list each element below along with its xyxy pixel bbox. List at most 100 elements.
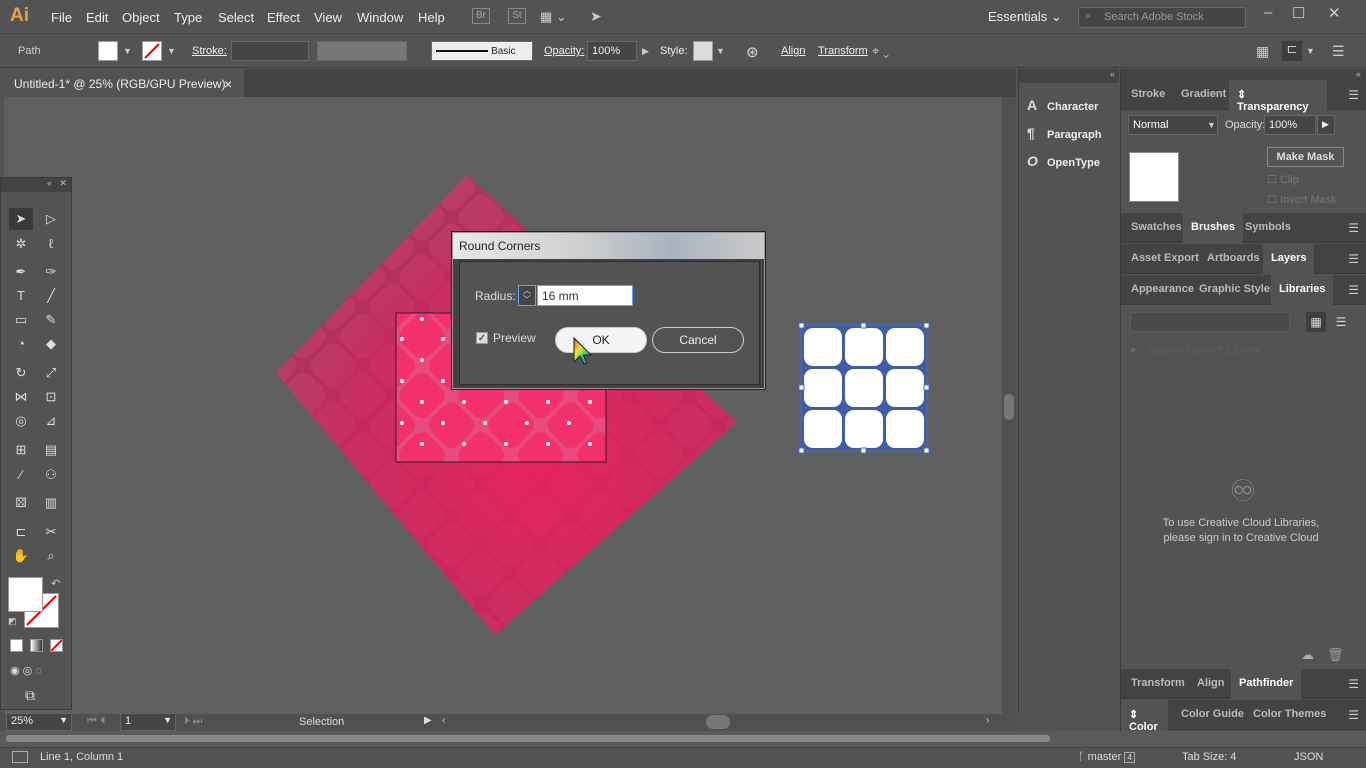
delete-icon[interactable]: 🗑 <box>1327 647 1344 663</box>
tab-align[interactable]: Align <box>1189 669 1233 699</box>
menu-select[interactable]: Select <box>218 10 254 25</box>
eyedropper-tool-icon[interactable]: ⁄ <box>9 464 33 486</box>
zoom-level-field[interactable]: 25% ▼ <box>6 713 72 731</box>
shape-builder-tool-icon[interactable]: ◎ <box>9 410 33 432</box>
blend-mode-dropdown[interactable]: ▼ <box>1207 120 1216 130</box>
draw-normal-icon[interactable]: ◉ ◎ ◌ <box>10 664 42 677</box>
artboard-canvas[interactable] <box>4 97 1002 714</box>
tab-color-guide[interactable]: Color Guide <box>1173 700 1252 730</box>
opacity-arrow[interactable]: ▶ <box>642 46 649 57</box>
window-scroll-thumb[interactable] <box>6 735 1050 742</box>
line-tool-icon[interactable]: ╱ <box>39 285 63 307</box>
document-tab[interactable]: Untitled-1* @ 25% (RGB/GPU Preview) × <box>0 69 244 97</box>
direct-selection-tool-icon[interactable]: ▷ <box>39 208 63 230</box>
horizontal-scroll-thumb[interactable] <box>706 715 730 729</box>
paintbrush-tool-icon[interactable]: ✎ <box>39 309 63 331</box>
tab-brushes[interactable]: Brushes <box>1183 213 1244 243</box>
menu-window[interactable]: Window <box>357 10 403 25</box>
panel-toggle-dropdown[interactable]: ▼ <box>1306 46 1315 56</box>
transform-link[interactable]: Transform <box>818 45 868 57</box>
tab-size[interactable]: Tab Size: 4 <box>1182 751 1236 763</box>
shaper-tool-icon[interactable]: ◔ <box>9 333 33 355</box>
rectangle-tool-icon[interactable]: ▭ <box>9 309 33 331</box>
cursor-position[interactable]: Line 1, Column 1 <box>40 751 123 763</box>
hand-tool-icon[interactable]: ✋ <box>9 545 33 567</box>
column-graph-tool-icon[interactable]: ▥ <box>39 492 63 514</box>
rotate-tool-icon[interactable]: ↻ <box>9 362 33 384</box>
opacity-field[interactable]: 100% <box>587 41 637 61</box>
status-menu-arrow[interactable]: ▶ <box>424 715 432 726</box>
rounded-grid-object[interactable] <box>798 322 930 454</box>
menu-file[interactable]: File <box>51 10 72 25</box>
tab-transform[interactable]: Transform <box>1123 669 1193 699</box>
first-artboard-icon[interactable]: ⏮ ⏴ <box>87 715 105 728</box>
last-artboard-icon[interactable]: ⏵ ⏭ <box>184 715 202 728</box>
graphic-style-swatch[interactable] <box>693 41 713 61</box>
panel-menu-icon[interactable]: ☰ <box>1348 252 1359 266</box>
default-colors-icon[interactable]: ◩ <box>8 616 17 627</box>
stroke-label[interactable]: Stroke: <box>192 45 227 57</box>
menu-edit[interactable]: Edit <box>86 10 108 25</box>
tab-stroke[interactable]: Stroke <box>1123 80 1173 110</box>
transparency-opacity-field[interactable]: 100% <box>1264 115 1316 135</box>
tab-transparency[interactable]: ⇕ Transparency <box>1229 80 1327 113</box>
clip-checkbox[interactable]: ☐ Clip <box>1267 173 1299 186</box>
free-transform-tool-icon[interactable]: ⊡ <box>39 386 63 408</box>
git-branch[interactable]: ᚴ master 4 <box>1078 751 1135 763</box>
tab-artboards[interactable]: Artboards <box>1199 244 1268 274</box>
opacity-slider-arrow[interactable]: ▶ <box>1317 115 1335 135</box>
workspace-switcher[interactable]: Essentials ⌄ <box>988 9 1062 25</box>
panel-menu-icon[interactable]: ☰ <box>1348 677 1359 691</box>
screen-mode-icon[interactable]: ⧉ <box>25 687 35 704</box>
gradient-tool-icon[interactable]: ▤ <box>39 439 63 461</box>
control-menu-icon[interactable]: ☰ <box>1332 43 1345 60</box>
stroke-dropdown[interactable]: ▼ <box>167 46 176 56</box>
magic-wand-tool-icon[interactable]: ✲ <box>9 233 33 255</box>
scale-tool-icon[interactable]: ⤢ <box>39 362 63 384</box>
tab-layers[interactable]: Layers <box>1263 244 1315 274</box>
list-view-icon[interactable]: ☰ <box>1331 312 1351 332</box>
vertical-scroll-thumb[interactable] <box>1004 394 1014 420</box>
selection-tool-icon[interactable]: ➤ <box>9 208 33 230</box>
stroke-swatch[interactable] <box>142 41 162 61</box>
close-window-button[interactable]: ✕ <box>1328 4 1341 22</box>
curvature-tool-icon[interactable]: ✑ <box>39 261 63 283</box>
tab-asset-export[interactable]: Asset Export <box>1123 244 1207 274</box>
scroll-left-arrow[interactable]: ‹ <box>442 715 445 726</box>
eraser-tool-icon[interactable]: ◆ <box>39 333 63 355</box>
gpu-performance-icon[interactable]: ➤ <box>590 8 602 25</box>
panel-toggle-icon[interactable]: ⊏ <box>1282 41 1302 61</box>
stock-icon[interactable]: St <box>508 8 526 24</box>
zoom-tool-icon[interactable]: ⌕ <box>39 545 63 567</box>
dialog-title[interactable]: Round Corners <box>453 233 764 259</box>
menu-effect[interactable]: Effect <box>267 10 300 25</box>
menu-object[interactable]: Object <box>122 10 160 25</box>
panel-menu-icon[interactable]: ☰ <box>1348 88 1359 102</box>
radius-stepper[interactable]: ︿ ﹀ <box>518 285 536 306</box>
close-document-icon[interactable]: × <box>224 76 232 92</box>
variable-width-profile[interactable] <box>317 41 407 61</box>
gradient-mode-icon[interactable] <box>30 639 43 652</box>
grid-view-icon[interactable]: ▦ <box>1306 312 1326 332</box>
bridge-icon[interactable]: Br <box>472 8 490 24</box>
type-tool-icon[interactable]: T <box>9 285 33 307</box>
blend-mode-select[interactable]: Normal <box>1128 115 1218 135</box>
mesh-tool-icon[interactable]: ⊞ <box>9 439 33 461</box>
recolor-artwork-icon[interactable]: ⊛ <box>746 43 759 61</box>
language-mode[interactable]: JSON <box>1294 751 1323 763</box>
paragraph-panel-button[interactable]: ¶ Paragraph <box>1027 125 1117 151</box>
perspective-grid-tool-icon[interactable]: ⊿ <box>39 410 63 432</box>
slice-tool-icon[interactable]: ✂ <box>39 521 63 543</box>
lasso-tool-icon[interactable]: ℓ <box>39 233 63 255</box>
invert-mask-checkbox[interactable]: ☐ Invert Mask <box>1267 193 1337 206</box>
cc-sync-icon[interactable]: ☁ <box>1301 647 1314 663</box>
menu-view[interactable]: View <box>314 10 342 25</box>
artboard-tool-icon[interactable]: ⊏ <box>9 521 33 543</box>
menu-help[interactable]: Help <box>418 10 445 25</box>
arrange-documents-icon[interactable]: ▦ ⌄ <box>540 9 567 25</box>
symbol-sprayer-tool-icon[interactable]: ⚄ <box>9 492 33 514</box>
vertical-scrollbar[interactable] <box>1002 97 1016 714</box>
radius-input[interactable]: 16 mm <box>537 285 633 306</box>
fill-dropdown[interactable]: ▼ <box>123 46 132 56</box>
color-mode-icon[interactable] <box>10 639 23 652</box>
